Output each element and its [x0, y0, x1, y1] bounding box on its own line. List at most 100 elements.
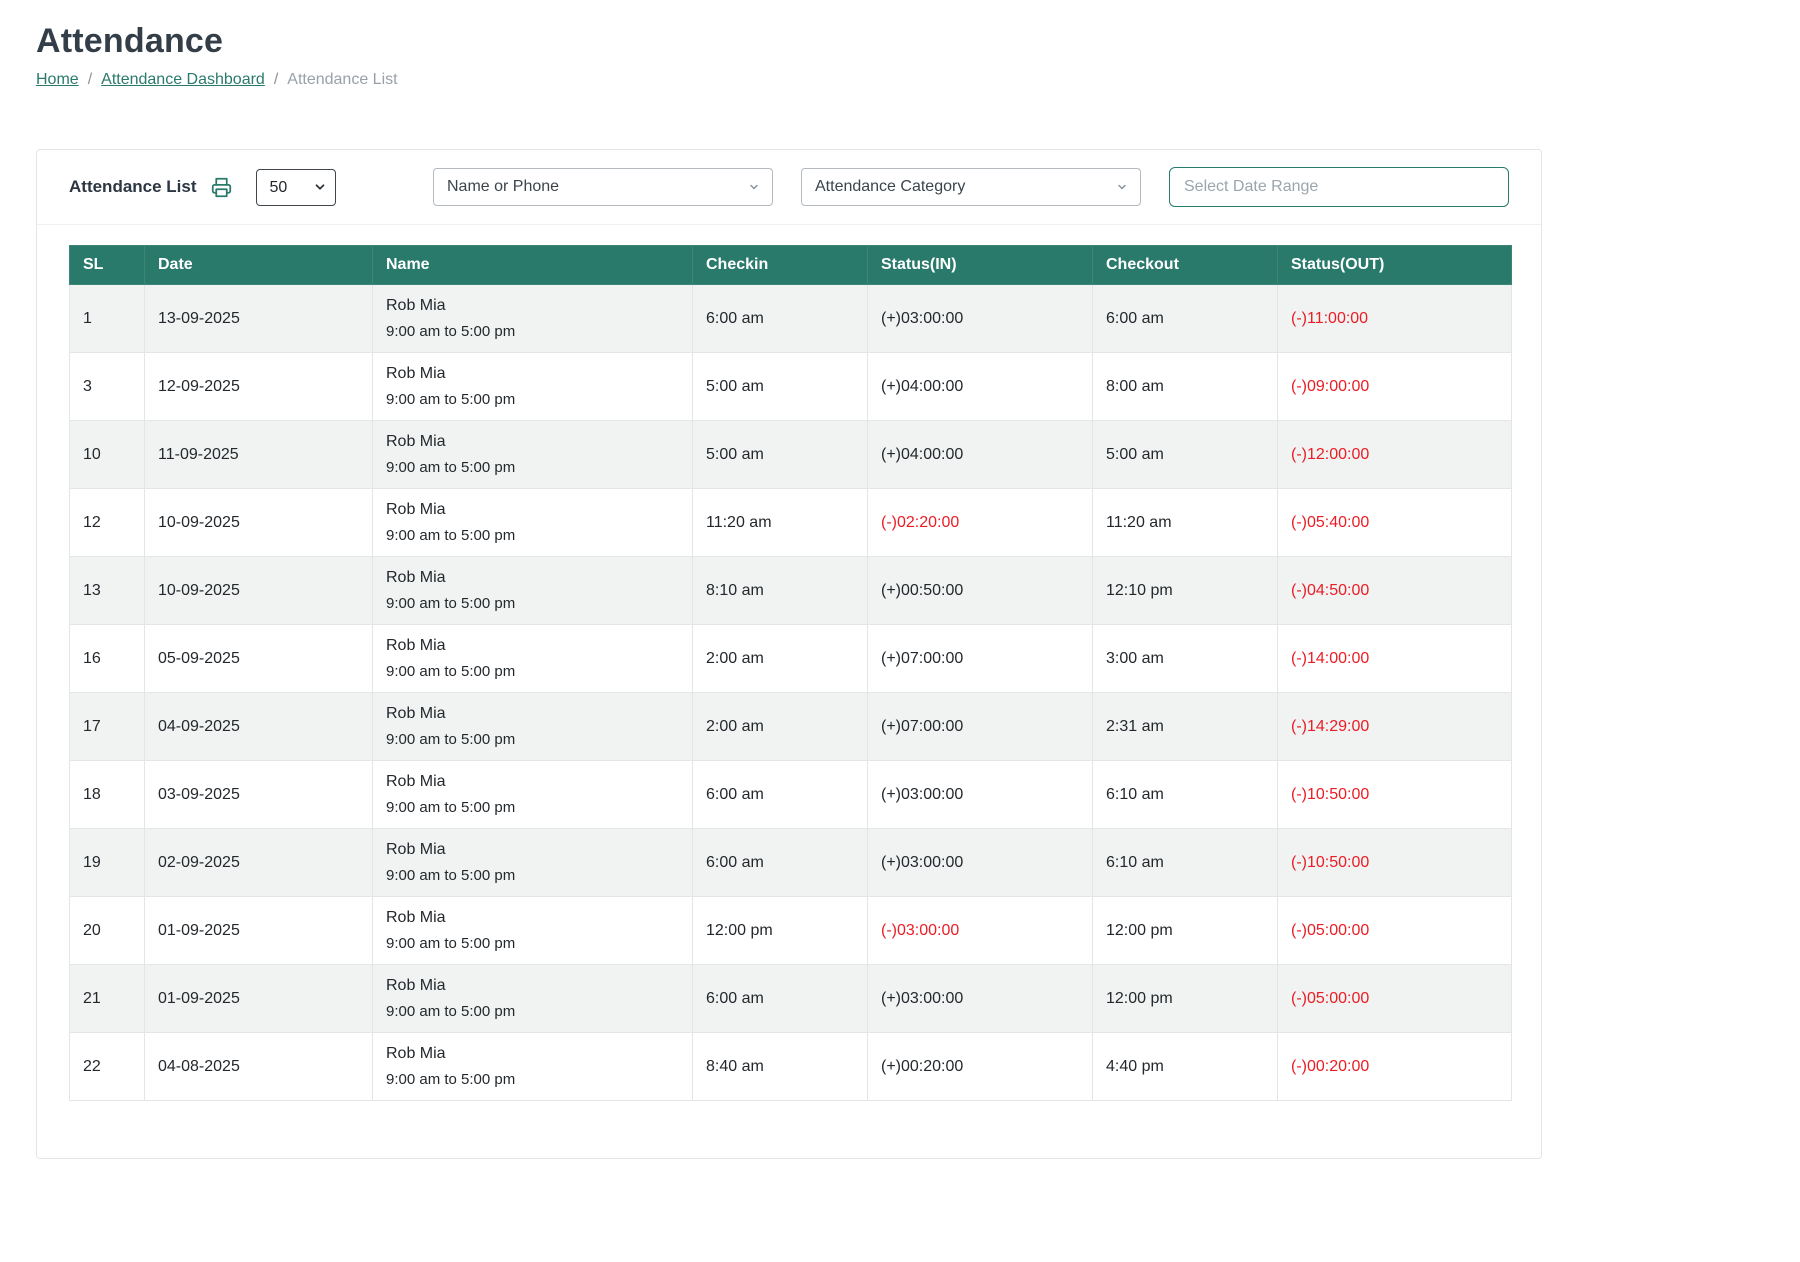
- employee-name: Rob Mia: [386, 773, 679, 791]
- cell-status-in: (-)03:00:00: [868, 897, 1093, 965]
- cell-sl: 10: [70, 421, 145, 489]
- cell-status-in: (+)07:00:00: [868, 693, 1093, 761]
- employee-name: Rob Mia: [386, 637, 679, 655]
- cell-date: 12-09-2025: [145, 353, 373, 421]
- column-header-status-out: Status(OUT): [1278, 246, 1512, 285]
- table-row: 17 04-09-2025 Rob Mia 9:00 am to 5:00 pm…: [70, 693, 1512, 761]
- attendance-category-select[interactable]: Attendance Category: [801, 168, 1141, 206]
- cell-name: Rob Mia 9:00 am to 5:00 pm: [373, 829, 693, 897]
- cell-status-out: (-)09:00:00: [1278, 353, 1512, 421]
- cell-status-in: (+)04:00:00: [868, 353, 1093, 421]
- attendance-table-body: 1 13-09-2025 Rob Mia 9:00 am to 5:00 pm …: [70, 285, 1512, 1101]
- breadcrumb-separator: /: [274, 71, 278, 89]
- employee-name: Rob Mia: [386, 909, 679, 927]
- breadcrumb-home-link[interactable]: Home: [36, 71, 79, 89]
- cell-name: Rob Mia 9:00 am to 5:00 pm: [373, 625, 693, 693]
- cell-checkout: 12:10 pm: [1093, 557, 1278, 625]
- print-button[interactable]: [211, 177, 232, 198]
- cell-sl: 1: [70, 285, 145, 353]
- cell-checkout: 6:10 am: [1093, 829, 1278, 897]
- cell-status-out: (-)05:00:00: [1278, 965, 1512, 1033]
- column-header-date: Date: [145, 246, 373, 285]
- shift-time: 9:00 am to 5:00 pm: [386, 935, 679, 952]
- cell-status-out: (-)10:50:00: [1278, 829, 1512, 897]
- cell-checkin: 2:00 am: [693, 625, 868, 693]
- cell-date: 05-09-2025: [145, 625, 373, 693]
- page-title: Attendance: [36, 22, 1800, 61]
- attendance-table: SLDateNameCheckinStatus(IN)CheckoutStatu…: [69, 245, 1512, 1101]
- breadcrumb-attendance-dashboard-link[interactable]: Attendance Dashboard: [101, 71, 265, 89]
- cell-checkout: 8:00 am: [1093, 353, 1278, 421]
- table-row: 13 10-09-2025 Rob Mia 9:00 am to 5:00 pm…: [70, 557, 1512, 625]
- cell-status-in: (+)07:00:00: [868, 625, 1093, 693]
- cell-checkout: 2:31 am: [1093, 693, 1278, 761]
- cell-sl: 22: [70, 1033, 145, 1101]
- cell-name: Rob Mia 9:00 am to 5:00 pm: [373, 693, 693, 761]
- cell-name: Rob Mia 9:00 am to 5:00 pm: [373, 1033, 693, 1101]
- shift-time: 9:00 am to 5:00 pm: [386, 867, 679, 884]
- employee-name: Rob Mia: [386, 297, 679, 315]
- cell-checkout: 12:00 pm: [1093, 897, 1278, 965]
- cell-sl: 12: [70, 489, 145, 557]
- cell-status-in: (+)04:00:00: [868, 421, 1093, 489]
- shift-time: 9:00 am to 5:00 pm: [386, 595, 679, 612]
- cell-date: 13-09-2025: [145, 285, 373, 353]
- cell-status-in: (+)00:20:00: [868, 1033, 1093, 1101]
- table-row: 12 10-09-2025 Rob Mia 9:00 am to 5:00 pm…: [70, 489, 1512, 557]
- shift-time: 9:00 am to 5:00 pm: [386, 1071, 679, 1088]
- cell-name: Rob Mia 9:00 am to 5:00 pm: [373, 489, 693, 557]
- employee-name: Rob Mia: [386, 841, 679, 859]
- cell-checkout: 4:40 pm: [1093, 1033, 1278, 1101]
- breadcrumb-separator: /: [88, 71, 92, 89]
- cell-sl: 3: [70, 353, 145, 421]
- cell-status-out: (-)00:20:00: [1278, 1033, 1512, 1101]
- cell-checkout: 3:00 am: [1093, 625, 1278, 693]
- card-header: Attendance List 50: [37, 150, 1541, 225]
- table-row: 19 02-09-2025 Rob Mia 9:00 am to 5:00 pm…: [70, 829, 1512, 897]
- filters: Name or Phone Attendance Category: [433, 167, 1509, 207]
- shift-time: 9:00 am to 5:00 pm: [386, 527, 679, 544]
- cell-status-in: (+)03:00:00: [868, 965, 1093, 1033]
- name-or-phone-select[interactable]: Name or Phone: [433, 168, 773, 206]
- cell-date: 04-08-2025: [145, 1033, 373, 1101]
- table-row: 3 12-09-2025 Rob Mia 9:00 am to 5:00 pm …: [70, 353, 1512, 421]
- table-row: 16 05-09-2025 Rob Mia 9:00 am to 5:00 pm…: [70, 625, 1512, 693]
- cell-checkin: 2:00 am: [693, 693, 868, 761]
- employee-name: Rob Mia: [386, 433, 679, 451]
- cell-name: Rob Mia 9:00 am to 5:00 pm: [373, 557, 693, 625]
- list-title: Attendance List: [69, 177, 197, 197]
- date-range-input[interactable]: [1169, 167, 1509, 207]
- cell-checkin: 6:00 am: [693, 761, 868, 829]
- cell-status-out: (-)10:50:00: [1278, 761, 1512, 829]
- cell-status-out: (-)11:00:00: [1278, 285, 1512, 353]
- cell-sl: 16: [70, 625, 145, 693]
- table-row: 20 01-09-2025 Rob Mia 9:00 am to 5:00 pm…: [70, 897, 1512, 965]
- cell-checkout: 6:10 am: [1093, 761, 1278, 829]
- name-or-phone-label: Name or Phone: [447, 178, 559, 196]
- breadcrumb-current: Attendance List: [287, 71, 397, 89]
- cell-status-out: (-)05:00:00: [1278, 897, 1512, 965]
- employee-name: Rob Mia: [386, 977, 679, 995]
- cell-sl: 18: [70, 761, 145, 829]
- table-wrap: SLDateNameCheckinStatus(IN)CheckoutStatu…: [37, 225, 1541, 1133]
- cell-checkin: 8:40 am: [693, 1033, 868, 1101]
- column-header-sl: SL: [70, 246, 145, 285]
- caret-down-icon: [748, 181, 760, 193]
- shift-time: 9:00 am to 5:00 pm: [386, 1003, 679, 1020]
- employee-name: Rob Mia: [386, 365, 679, 383]
- cell-name: Rob Mia 9:00 am to 5:00 pm: [373, 353, 693, 421]
- attendance-page: Attendance Home / Attendance Dashboard /…: [0, 0, 1800, 1159]
- cell-status-out: (-)12:00:00: [1278, 421, 1512, 489]
- cell-date: 10-09-2025: [145, 557, 373, 625]
- column-header-status-in: Status(IN): [868, 246, 1093, 285]
- cell-checkin: 8:10 am: [693, 557, 868, 625]
- table-row: 10 11-09-2025 Rob Mia 9:00 am to 5:00 pm…: [70, 421, 1512, 489]
- cell-date: 02-09-2025: [145, 829, 373, 897]
- cell-checkout: 12:00 pm: [1093, 965, 1278, 1033]
- table-row: 21 01-09-2025 Rob Mia 9:00 am to 5:00 pm…: [70, 965, 1512, 1033]
- per-page-select[interactable]: 50: [256, 169, 336, 206]
- cell-sl: 20: [70, 897, 145, 965]
- table-row: 18 03-09-2025 Rob Mia 9:00 am to 5:00 pm…: [70, 761, 1512, 829]
- cell-date: 01-09-2025: [145, 965, 373, 1033]
- cell-name: Rob Mia 9:00 am to 5:00 pm: [373, 285, 693, 353]
